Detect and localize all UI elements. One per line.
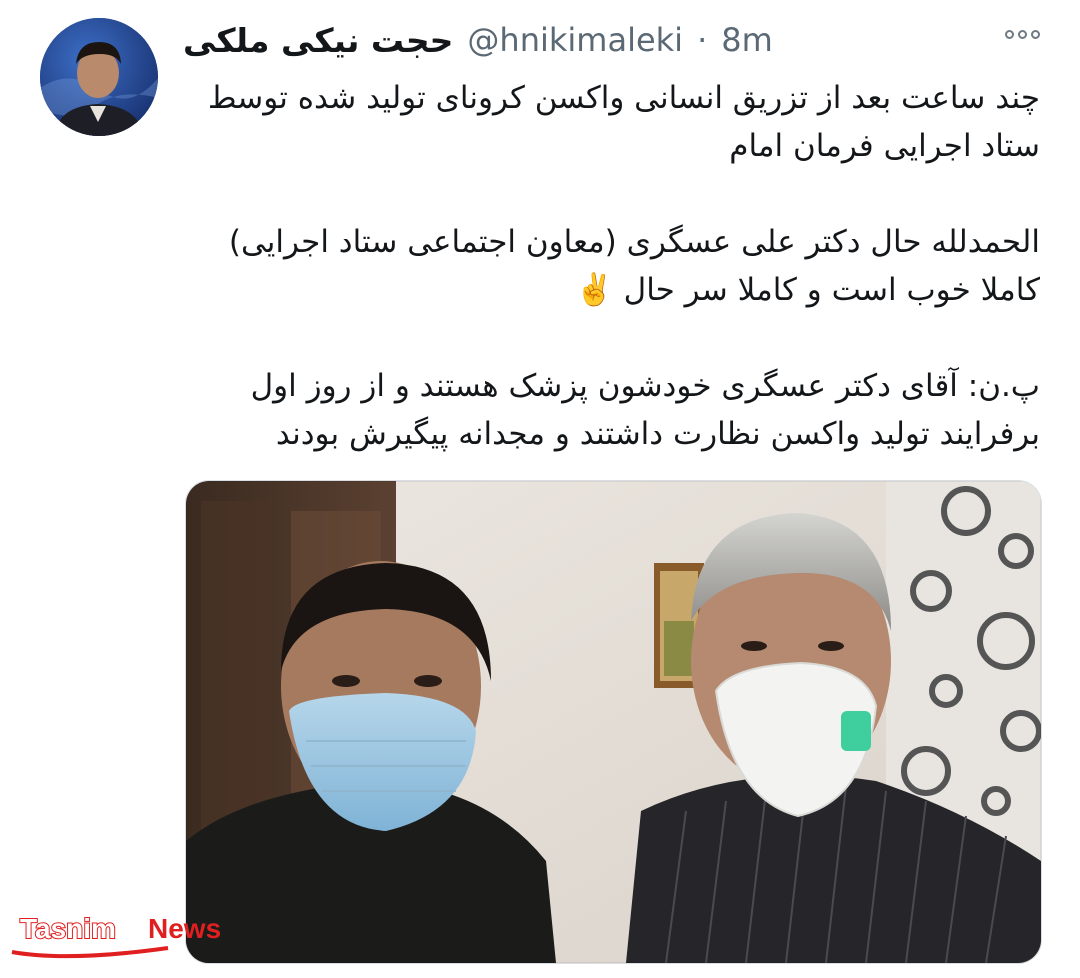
tasnim-news-logo: Tasnim News <box>8 908 268 964</box>
tweet-photo[interactable] <box>185 480 1042 964</box>
logo-brand-text: Tasnim <box>20 913 116 944</box>
display-name[interactable]: حجت نیکی ملکی <box>183 21 453 60</box>
more-options-icon[interactable] <box>1005 30 1040 39</box>
tweet-text: چند ساعت بعد از تزریق انسانی واکسن کرونا… <box>180 74 1040 458</box>
tweet-paragraph: چند ساعت بعد از تزریق انسانی واکسن کرونا… <box>207 80 1040 164</box>
separator-dot: · <box>697 21 708 59</box>
tweet-time[interactable]: 8m <box>721 21 773 59</box>
user-handle[interactable]: @hnikimaleki <box>467 21 683 59</box>
tweet-paragraph: پ.ن: آقای دکتر عسگری خودشون پزشک هستند و… <box>250 368 1040 452</box>
avatar-image <box>40 18 158 136</box>
tweet-paragraph: الحمدلله حال دکتر علی عسگری (معاون اجتما… <box>228 224 1040 308</box>
photo-image <box>186 481 1041 963</box>
tweet-header: حجت نیکی ملکی @hnikimaleki · 8m <box>183 18 773 62</box>
tweet-card[interactable]: حجت نیکی ملکی @hnikimaleki · 8m چند ساعت… <box>0 0 1080 978</box>
avatar[interactable] <box>40 18 158 136</box>
logo-suffix-text: News <box>148 913 221 944</box>
